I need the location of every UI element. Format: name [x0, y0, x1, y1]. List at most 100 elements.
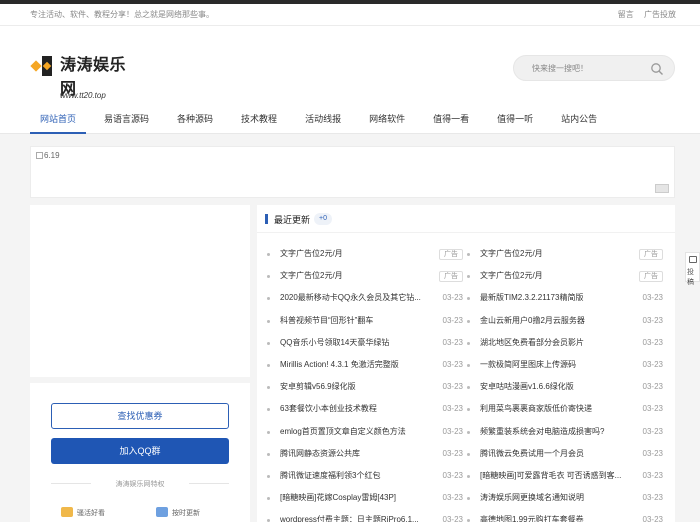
post-title-link[interactable]: emlog首页置顶文章自定义颜色方法 — [280, 421, 430, 443]
post-date: 03-23 — [442, 315, 463, 325]
post-title-link[interactable]: 文字广告位2元/月 — [280, 243, 430, 265]
banner-image: 6.19 — [36, 151, 60, 160]
nav-item-software[interactable]: 网络软件 — [359, 108, 415, 134]
post-title-link[interactable]: 腾讯网静态资源公共库 — [280, 443, 430, 465]
list-item[interactable]: [暗糖映画]可爱露背毛衣 可否诱惑到客... 03-23 — [467, 465, 663, 487]
post-title-link[interactable]: QQ音乐小号领取14天豪华绿钻 — [280, 332, 430, 354]
post-title-link[interactable]: 腾讯微云免费试用一个月会员 — [480, 443, 630, 465]
find-coupon-button[interactable]: 查找优惠券 — [51, 403, 229, 429]
post-date: 03-23 — [642, 293, 663, 303]
latest-updates-title: 最近更新 — [274, 215, 311, 225]
post-title-link[interactable]: 湖北地区免费看部分会员影片 — [480, 332, 630, 354]
logo-url: www.tt20.top — [60, 91, 106, 100]
bullet-icon — [467, 319, 470, 323]
site-logo[interactable]: 涛涛娱乐网 www.tt20.top — [30, 50, 140, 100]
post-title-link[interactable]: 一款极简阿里图床上传源码 — [480, 354, 630, 376]
nav-item-worth-hearing[interactable]: 值得一听 — [487, 108, 543, 134]
list-item[interactable]: 一款极简阿里图床上传源码 03-23 — [467, 354, 663, 376]
post-date: 03-23 — [442, 515, 463, 522]
nav-item-announcements[interactable]: 站内公告 — [551, 108, 607, 134]
list-item[interactable]: 文字广告位2元/月 广告 — [267, 265, 463, 287]
post-title-link[interactable]: 高德地图1.99元购打车套餐卷 — [480, 509, 630, 522]
search-box — [513, 55, 675, 81]
post-title-link[interactable]: 文字广告位2元/月 — [480, 265, 630, 287]
post-title-link[interactable]: 金山云新用户0撸2月云服务器 — [480, 310, 630, 332]
post-title-link[interactable]: [暗糖映画]花嫁Cosplay雷姆[43P] — [280, 487, 430, 509]
post-title-link[interactable]: [暗糖映画]可爱露背毛衣 可否诱惑到客... — [480, 465, 630, 487]
feature-label: 按时更新 — [172, 510, 200, 517]
feature-item: 骚活好看 — [61, 507, 105, 518]
post-date: 03-23 — [642, 315, 663, 325]
post-title-link[interactable]: 文字广告位2元/月 — [280, 265, 430, 287]
post-date: 03-23 — [642, 426, 663, 436]
list-item[interactable]: 高德地图1.99元购打车套餐卷 03-23 — [467, 509, 663, 522]
nav-item-home[interactable]: 网站首页 — [30, 108, 87, 134]
list-item[interactable]: Mirillis Action! 4.3.1 免激活完整版 03-23 — [267, 354, 463, 376]
list-item[interactable]: 湖北地区免费看部分会员影片 03-23 — [467, 332, 663, 354]
post-title-link[interactable]: 利用菜鸟裹裹商家版低价寄快递 — [480, 398, 630, 420]
nav-item-source-code[interactable]: 各种源码 — [167, 108, 223, 134]
nav-item-e-language-source[interactable]: 易语言源码 — [94, 108, 159, 134]
guestbook-link[interactable]: 留言 — [618, 10, 634, 19]
bullet-icon — [267, 253, 270, 256]
nav-item-worth-seeing[interactable]: 值得一看 — [423, 108, 479, 134]
list-item[interactable]: 科普视频节目“回形针”翻车 03-23 — [267, 310, 463, 332]
list-item[interactable]: 腾讯网静态资源公共库 03-23 — [267, 443, 463, 465]
list-item[interactable]: wordpress付费主题：日主题RiPro6.1... 03-23 — [267, 509, 463, 522]
post-title-link[interactable]: 涛涛娱乐网更换域名通知说明 — [480, 487, 630, 509]
list-item[interactable]: 利用菜鸟裹裹商家版低价寄快递 03-23 — [467, 398, 663, 420]
feature-item: 按时更新 — [156, 507, 200, 518]
list-item[interactable]: 腾讯微证速度福利领3个红包 03-23 — [267, 465, 463, 487]
post-title-link[interactable]: 科普视频节目“回形针”翻车 — [280, 310, 430, 332]
list-item[interactable]: 最新版TIM2.3.2.21173精简版 03-23 — [467, 287, 663, 309]
bullet-icon — [267, 408, 270, 412]
list-item[interactable]: emlog首页置顶文章自定义颜色方法 03-23 — [267, 421, 463, 443]
post-title-link[interactable]: 安卓剪辑v56.9绿化版 — [280, 376, 430, 398]
post-title-link[interactable]: 安卓咕咕漫画v1.6.6绿化版 — [480, 376, 630, 398]
list-item[interactable]: 安卓剪辑v56.9绿化版 03-23 — [267, 376, 463, 398]
list-item[interactable]: 文字广告位2元/月 广告 — [467, 265, 663, 287]
list-item[interactable]: 金山云新用户0撸2月云服务器 03-23 — [467, 310, 663, 332]
post-date: 03-23 — [442, 337, 463, 347]
post-date: 03-23 — [442, 470, 463, 480]
list-item[interactable]: 文字广告位2元/月 广告 — [467, 243, 663, 265]
post-date: 03-23 — [442, 359, 463, 369]
list-item[interactable]: 涛涛娱乐网更换域名通知说明 03-23 — [467, 487, 663, 509]
search-input[interactable] — [532, 61, 642, 75]
post-title-link[interactable]: 2020最新移动卡QQ永久会员及其它钻... — [280, 287, 430, 309]
left-widget-actions: 查找优惠券 加入QQ群 涛涛娱乐网特权 骚活好看 按时更新 — [30, 383, 250, 522]
nav-item-activities[interactable]: 活动线报 — [295, 108, 351, 134]
bullet-icon — [267, 319, 270, 323]
list-item[interactable]: 安卓咕咕漫画v1.6.6绿化版 03-23 — [467, 376, 663, 398]
post-date: 03-23 — [642, 337, 663, 347]
ad-placement-link[interactable]: 广告投放 — [644, 10, 676, 19]
ad-tag: 广告 — [639, 249, 663, 260]
bullet-icon — [467, 275, 470, 279]
list-item[interactable]: 63套餐饮小本创业技术教程 03-23 — [267, 398, 463, 420]
post-title-link[interactable]: 63套餐饮小本创业技术教程 — [280, 398, 430, 420]
post-title-link[interactable]: 文字广告位2元/月 — [480, 243, 630, 265]
bullet-icon — [467, 253, 470, 256]
list-item[interactable]: QQ音乐小号领取14天豪华绿钻 03-23 — [267, 332, 463, 354]
bullet-icon — [467, 386, 470, 390]
post-title-link[interactable]: Mirillis Action! 4.3.1 免激活完整版 — [280, 354, 430, 376]
post-date: 03-23 — [442, 426, 463, 436]
post-title-link[interactable]: wordpress付费主题：日主题RiPro6.1... — [280, 509, 430, 522]
banner-ad[interactable]: 6.19 — [30, 146, 675, 198]
join-qq-group-button[interactable]: 加入QQ群 — [51, 438, 229, 464]
list-item[interactable]: 文字广告位2元/月 广告 — [267, 243, 463, 265]
list-item[interactable]: 频繁重装系统会对电脑造成损害吗? 03-23 — [467, 421, 663, 443]
post-title-link[interactable]: 最新版TIM2.3.2.21173精简版 — [480, 287, 630, 309]
list-item[interactable]: 腾讯微云免费试用一个月会员 03-23 — [467, 443, 663, 465]
list-item[interactable]: 2020最新移动卡QQ永久会员及其它钻... 03-23 — [267, 287, 463, 309]
search-icon[interactable] — [650, 62, 664, 76]
submit-float-button[interactable]: 投稿 — [685, 252, 700, 286]
ad-tag: 广告 — [639, 271, 663, 283]
post-title-link[interactable]: 频繁重装系统会对电脑造成损害吗? — [480, 421, 630, 443]
bullet-icon — [267, 297, 270, 301]
section-marker — [265, 214, 268, 224]
nav-item-tutorials[interactable]: 技术教程 — [231, 108, 287, 134]
post-title-link[interactable]: 腾讯微证速度福利领3个红包 — [280, 465, 430, 487]
list-item[interactable]: [暗糖映画]花嫁Cosplay雷姆[43P] 03-23 — [267, 487, 463, 509]
bullet-icon — [267, 497, 270, 501]
